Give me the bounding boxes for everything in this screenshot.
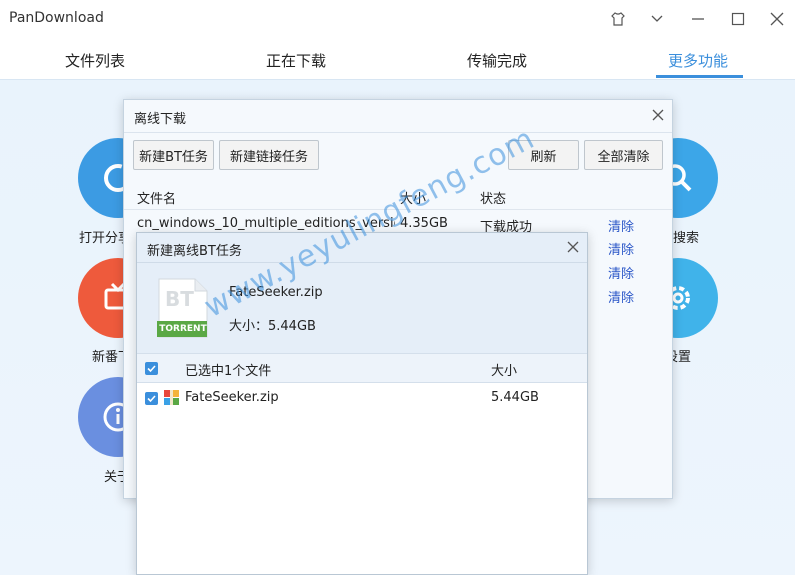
tab-active-indicator xyxy=(656,75,743,78)
maximize-icon[interactable] xyxy=(727,8,749,30)
torrent-badge: TORRENT xyxy=(159,324,207,334)
zip-file-icon xyxy=(164,390,179,405)
close-icon[interactable] xyxy=(766,8,788,30)
bt-icon-text: BT xyxy=(165,287,194,311)
list-item[interactable]: FateSeeker.zip 5.44GB xyxy=(137,384,587,412)
torrent-file-size: 大小：5.44GB xyxy=(229,319,316,334)
minimize-icon[interactable] xyxy=(687,8,709,30)
title-bar: PanDownload xyxy=(0,0,795,38)
file-checkbox[interactable] xyxy=(145,392,158,405)
close-icon[interactable] xyxy=(566,240,582,256)
clear-task-link[interactable]: 清除 xyxy=(608,263,634,282)
clear-task-link[interactable]: 清除 xyxy=(608,216,634,235)
dialog-title: 离线下载 xyxy=(134,112,187,127)
tab-bar: 文件列表 正在下载 传输完成 更多功能 xyxy=(0,38,795,80)
clear-task-link[interactable]: 清除 xyxy=(608,287,634,306)
torrent-file-icon: BT TORRENT xyxy=(157,277,209,339)
size-column-label: 大小 xyxy=(491,364,518,379)
column-status: 状态 xyxy=(480,192,507,207)
chevron-down-icon[interactable] xyxy=(646,8,668,30)
new-bt-task-button[interactable]: 新建BT任务 xyxy=(133,140,214,170)
tab-completed[interactable]: 传输完成 xyxy=(467,50,527,71)
tab-more-features[interactable]: 更多功能 xyxy=(668,50,728,71)
column-name: 文件名 xyxy=(137,192,177,207)
new-link-task-button[interactable]: 新建链接任务 xyxy=(219,140,319,170)
file-list-header: 已选中1个文件 大小 xyxy=(137,353,587,383)
new-bt-task-dialog: 新建离线BT任务 BT TORRENT FateSeeker.zip 大小：5.… xyxy=(136,232,588,575)
app-title: PanDownload xyxy=(9,10,104,26)
file-name: FateSeeker.zip xyxy=(185,390,279,405)
divider xyxy=(124,132,672,133)
dialog-title: 新建离线BT任务 xyxy=(147,244,242,259)
select-all-checkbox[interactable] xyxy=(145,362,158,375)
skin-icon[interactable] xyxy=(607,8,629,30)
file-size: 5.44GB xyxy=(491,390,539,405)
clear-all-button[interactable]: 全部清除 xyxy=(584,140,663,170)
tab-downloading[interactable]: 正在下载 xyxy=(266,50,326,71)
selected-count-label: 已选中1个文件 xyxy=(185,364,272,379)
close-icon[interactable] xyxy=(651,108,667,124)
clear-task-link[interactable]: 清除 xyxy=(608,239,634,258)
divider xyxy=(137,262,587,263)
tab-file-list[interactable]: 文件列表 xyxy=(65,50,125,71)
